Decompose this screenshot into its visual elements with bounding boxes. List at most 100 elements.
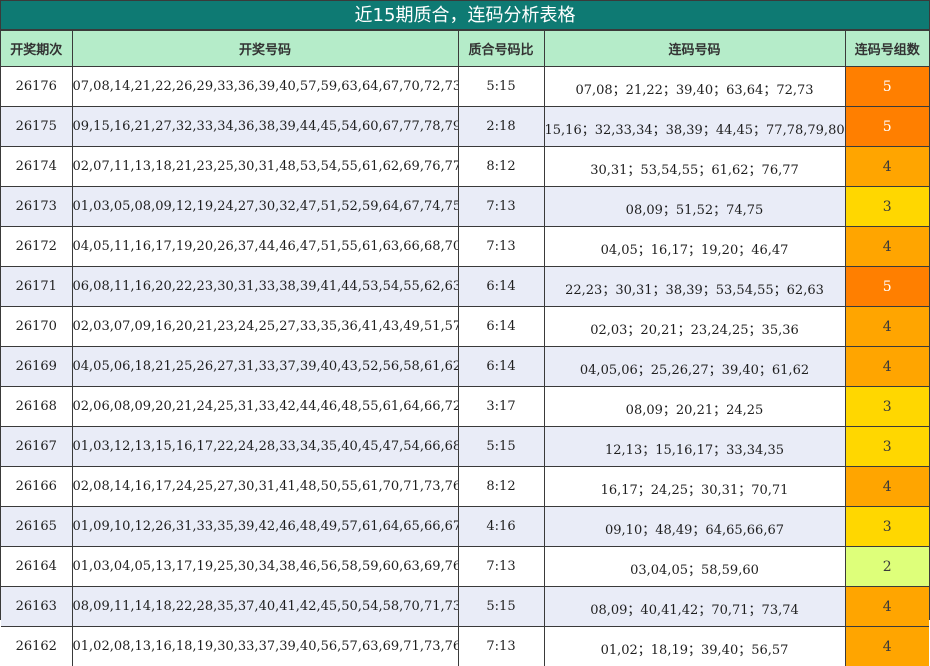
period-cell: 26175 xyxy=(1,107,72,147)
period-cell: 26165 xyxy=(1,507,72,547)
ratio-cell: 7:13 xyxy=(458,547,544,587)
consecutive-cell: 08,09；40,41,42；70,71；73,74 xyxy=(544,587,845,627)
table-row: 2616201,02,08,13,16,18,19,30,33,37,39,40… xyxy=(1,627,929,666)
table-row: 2616904,05,06,18,21,25,26,27,31,33,37,39… xyxy=(1,347,929,387)
table-row: 2616401,03,04,05,13,17,19,25,30,34,38,46… xyxy=(1,547,929,587)
table-row: 2617002,03,07,09,16,20,21,23,24,25,27,33… xyxy=(1,307,929,347)
ratio-cell: 5:15 xyxy=(458,427,544,467)
ratio-cell: 6:14 xyxy=(458,307,544,347)
table-row: 2616501,09,10,12,26,31,33,35,39,42,46,48… xyxy=(1,507,929,547)
numbers-cell: 02,07,11,13,18,21,23,25,30,31,48,53,54,5… xyxy=(72,147,458,187)
ratio-cell: 2:18 xyxy=(458,107,544,147)
ratio-cell: 7:13 xyxy=(458,627,544,666)
consecutive-cell: 15,16；32,33,34；38,39；44,45；77,78,79,80 xyxy=(544,107,845,147)
numbers-cell: 04,05,06,18,21,25,26,27,31,33,37,39,40,4… xyxy=(72,347,458,387)
consecutive-cell: 16,17；24,25；30,31；70,71 xyxy=(544,467,845,507)
header-ratio: 质合号码比 xyxy=(458,31,544,67)
consecutive-cell: 01,02；18,19；39,40；56,57 xyxy=(544,627,845,666)
ratio-cell: 7:13 xyxy=(458,227,544,267)
ratio-cell: 8:12 xyxy=(458,147,544,187)
count-cell: 5 xyxy=(845,107,929,147)
count-cell: 4 xyxy=(845,307,929,347)
ratio-cell: 7:13 xyxy=(458,187,544,227)
numbers-cell: 01,09,10,12,26,31,33,35,39,42,46,48,49,5… xyxy=(72,507,458,547)
table-body: 2617607,08,14,21,22,26,29,33,36,39,40,57… xyxy=(1,67,929,666)
numbers-cell: 06,08,11,16,20,22,23,30,31,33,38,39,41,4… xyxy=(72,267,458,307)
count-cell: 4 xyxy=(845,467,929,507)
consecutive-cell: 08,09；20,21；24,25 xyxy=(544,387,845,427)
consecutive-cell: 04,05；16,17；19,20；46,47 xyxy=(544,227,845,267)
period-cell: 26166 xyxy=(1,467,72,507)
count-cell: 5 xyxy=(845,267,929,307)
period-cell: 26169 xyxy=(1,347,72,387)
consecutive-cell: 08,09；51,52；74,75 xyxy=(544,187,845,227)
header-count: 连码号组数 xyxy=(845,31,929,67)
numbers-cell: 02,06,08,09,20,21,24,25,31,33,42,44,46,4… xyxy=(72,387,458,427)
count-cell: 3 xyxy=(845,507,929,547)
table-row: 2616308,09,11,14,18,22,28,35,37,40,41,42… xyxy=(1,587,929,627)
period-cell: 26167 xyxy=(1,427,72,467)
period-cell: 26170 xyxy=(1,307,72,347)
analysis-table: 开奖期次 开奖号码 质合号码比 连码号码 连码号组数 2617607,08,14… xyxy=(1,30,929,666)
period-cell: 26171 xyxy=(1,267,72,307)
period-cell: 26168 xyxy=(1,387,72,427)
numbers-cell: 07,08,14,21,22,26,29,33,36,39,40,57,59,6… xyxy=(72,67,458,107)
header-numbers: 开奖号码 xyxy=(72,31,458,67)
consecutive-cell: 30,31；53,54,55；61,62；76,77 xyxy=(544,147,845,187)
period-cell: 26172 xyxy=(1,227,72,267)
ratio-cell: 8:12 xyxy=(458,467,544,507)
period-cell: 26174 xyxy=(1,147,72,187)
table-title: 近15期质合，连码分析表格 xyxy=(1,1,929,30)
consecutive-cell: 09,10；48,49；64,65,66,67 xyxy=(544,507,845,547)
ratio-cell: 5:15 xyxy=(458,587,544,627)
numbers-cell: 08,09,11,14,18,22,28,35,37,40,41,42,45,5… xyxy=(72,587,458,627)
ratio-cell: 3:17 xyxy=(458,387,544,427)
numbers-cell: 01,03,05,08,09,12,19,24,27,30,32,47,51,5… xyxy=(72,187,458,227)
consecutive-cell: 02,03；20,21；23,24,25；35,36 xyxy=(544,307,845,347)
consecutive-cell: 22,23；30,31；38,39；53,54,55；62,63 xyxy=(544,267,845,307)
ratio-cell: 6:14 xyxy=(458,267,544,307)
table-row: 2617509,15,16,21,27,32,33,34,36,38,39,44… xyxy=(1,107,929,147)
table-row: 2617204,05,11,16,17,19,20,26,37,44,46,47… xyxy=(1,227,929,267)
count-cell: 4 xyxy=(845,347,929,387)
analysis-table-panel: 近15期质合，连码分析表格 开奖期次 开奖号码 质合号码比 连码号码 连码号组数… xyxy=(0,0,930,620)
ratio-cell: 5:15 xyxy=(458,67,544,107)
period-cell: 26163 xyxy=(1,587,72,627)
table-row: 2616602,08,14,16,17,24,25,27,30,31,41,48… xyxy=(1,467,929,507)
table-row: 2617106,08,11,16,20,22,23,30,31,33,38,39… xyxy=(1,267,929,307)
table-row: 2616802,06,08,09,20,21,24,25,31,33,42,44… xyxy=(1,387,929,427)
count-cell: 4 xyxy=(845,587,929,627)
count-cell: 4 xyxy=(845,627,929,666)
table-row: 2616701,03,12,13,15,16,17,22,24,28,33,34… xyxy=(1,427,929,467)
count-cell: 5 xyxy=(845,67,929,107)
numbers-cell: 01,03,12,13,15,16,17,22,24,28,33,34,35,4… xyxy=(72,427,458,467)
numbers-cell: 01,02,08,13,16,18,19,30,33,37,39,40,56,5… xyxy=(72,627,458,666)
numbers-cell: 02,08,14,16,17,24,25,27,30,31,41,48,50,5… xyxy=(72,467,458,507)
numbers-cell: 09,15,16,21,27,32,33,34,36,38,39,44,45,5… xyxy=(72,107,458,147)
ratio-cell: 4:16 xyxy=(458,507,544,547)
numbers-cell: 04,05,11,16,17,19,20,26,37,44,46,47,51,5… xyxy=(72,227,458,267)
consecutive-cell: 07,08；21,22；39,40；63,64；72,73 xyxy=(544,67,845,107)
consecutive-cell: 12,13；15,16,17；33,34,35 xyxy=(544,427,845,467)
ratio-cell: 6:14 xyxy=(458,347,544,387)
period-cell: 26164 xyxy=(1,547,72,587)
header-period: 开奖期次 xyxy=(1,31,72,67)
period-cell: 26162 xyxy=(1,627,72,666)
count-cell: 3 xyxy=(845,187,929,227)
count-cell: 3 xyxy=(845,427,929,467)
consecutive-cell: 03,04,05；58,59,60 xyxy=(544,547,845,587)
table-row: 2617301,03,05,08,09,12,19,24,27,30,32,47… xyxy=(1,187,929,227)
header-consecutive: 连码号码 xyxy=(544,31,845,67)
count-cell: 2 xyxy=(845,547,929,587)
consecutive-cell: 04,05,06；25,26,27；39,40；61,62 xyxy=(544,347,845,387)
period-cell: 26173 xyxy=(1,187,72,227)
numbers-cell: 01,03,04,05,13,17,19,25,30,34,38,46,56,5… xyxy=(72,547,458,587)
period-cell: 26176 xyxy=(1,67,72,107)
count-cell: 4 xyxy=(845,147,929,187)
table-row: 2617402,07,11,13,18,21,23,25,30,31,48,53… xyxy=(1,147,929,187)
table-row: 2617607,08,14,21,22,26,29,33,36,39,40,57… xyxy=(1,67,929,107)
count-cell: 4 xyxy=(845,227,929,267)
header-row: 开奖期次 开奖号码 质合号码比 连码号码 连码号组数 xyxy=(1,31,929,67)
numbers-cell: 02,03,07,09,16,20,21,23,24,25,27,33,35,3… xyxy=(72,307,458,347)
count-cell: 3 xyxy=(845,387,929,427)
